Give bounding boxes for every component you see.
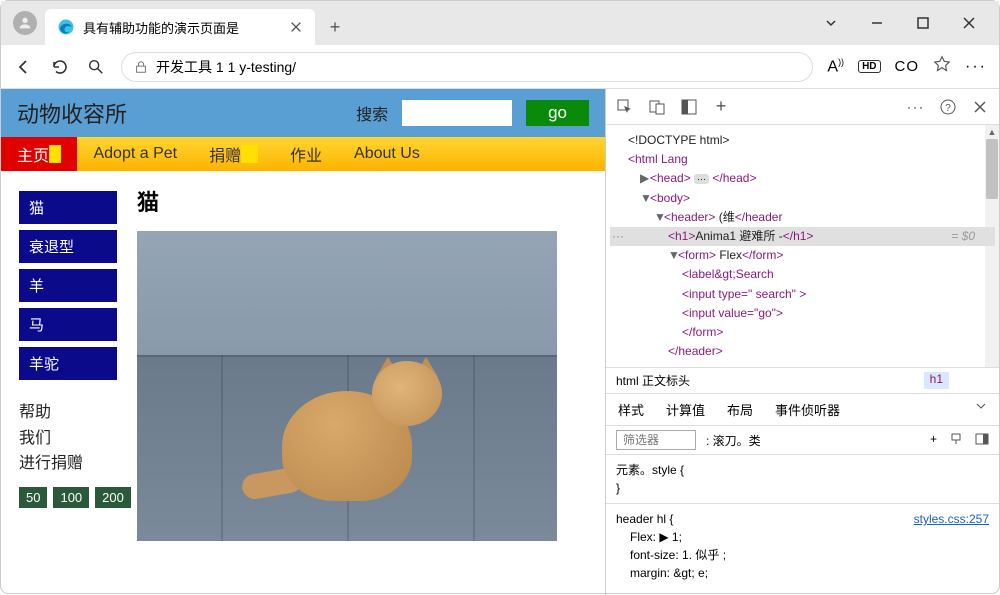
url-text: 开发工具 1 1 y-testing/ <box>156 57 800 77</box>
add-rule-icon[interactable]: + <box>930 432 937 449</box>
devtools-panel: + ··· ? ▲ <!DOCTYPE html> <html Lang ▶<h… <box>605 89 999 595</box>
address-field[interactable]: 开发工具 1 1 y-testing/ <box>121 52 813 82</box>
help-icon[interactable]: ? <box>939 98 957 116</box>
pin-icon[interactable] <box>949 432 963 449</box>
back-button[interactable] <box>13 56 35 78</box>
go-button[interactable]: go <box>526 100 589 126</box>
tab-listeners[interactable]: 事件侦听器 <box>775 400 840 419</box>
nav-home[interactable]: 主页 <box>1 137 77 171</box>
nav-adopt[interactable]: Adopt a Pet <box>77 137 193 171</box>
donate-50[interactable]: 50 <box>19 487 47 508</box>
main-column: 猫 <box>137 191 557 541</box>
page-nav: 主页 Adopt a Pet 捐赠 作业 About Us <box>1 137 605 171</box>
close-window-icon[interactable] <box>955 16 983 33</box>
search-label: 搜索 <box>356 101 388 125</box>
tab-computed[interactable]: 计算值 <box>666 400 705 419</box>
more-icon[interactable]: ··· <box>965 58 987 76</box>
page-header: 动物收容所 搜索 go <box>1 89 605 137</box>
hov-label[interactable]: : 滚刀。类 <box>706 432 761 449</box>
sidebar: 猫 衰退型 羊 马 羊驼 帮助 我们 进行捐赠 50 100 200 <box>19 191 117 541</box>
scrollbar[interactable]: ▲ <box>985 125 999 367</box>
content-heading: 猫 <box>137 185 557 217</box>
sidebar-item-cat[interactable]: 猫 <box>19 191 117 224</box>
elements-tab-icon[interactable] <box>680 98 698 116</box>
hd-icon[interactable]: HD <box>858 60 880 73</box>
favorite-icon[interactable] <box>933 55 951 78</box>
tab-layout[interactable]: 布局 <box>727 400 753 419</box>
edge-icon <box>57 18 75 36</box>
page-title: 动物收容所 <box>17 97 127 129</box>
stylesheet-link[interactable]: styles.css:257 <box>914 510 989 528</box>
styles-pane[interactable]: 元素。style { } styles.css:257header hl { F… <box>606 455 999 588</box>
sidebar-links: 帮助 我们 进行捐赠 <box>19 400 117 477</box>
close-icon[interactable] <box>289 20 303 34</box>
crumb-selected[interactable]: h1 <box>924 372 949 389</box>
read-aloud-icon[interactable]: A)) <box>827 57 844 76</box>
styles-tabs: 样式 计算值 布局 事件侦听器 <box>606 394 999 426</box>
tab-styles[interactable]: 样式 <box>618 400 644 419</box>
sidebar-item-horse[interactable]: 马 <box>19 308 117 341</box>
selected-node[interactable]: ···<h1>Anima1 避难所 -</h1>= $0 <box>610 227 995 246</box>
device-icon[interactable] <box>648 98 666 116</box>
nav-donate[interactable]: 捐赠 <box>193 137 274 171</box>
more-icon[interactable]: ··· <box>907 98 925 116</box>
devtools-toolbar: + ··· ? <box>606 89 999 125</box>
panel-icon[interactable] <box>975 432 989 449</box>
breadcrumb[interactable]: html 正文标头 h1 <box>606 367 999 394</box>
maximize-icon[interactable] <box>909 16 937 33</box>
window-titlebar: 具有辅助功能的演示页面是 + <box>1 1 999 45</box>
link-help[interactable]: 帮助 <box>19 400 117 426</box>
add-tab-icon[interactable]: + <box>712 98 730 116</box>
profile-badge[interactable]: CO <box>895 58 920 75</box>
lock-icon <box>134 60 148 74</box>
sidebar-item-sheep[interactable]: 羊 <box>19 269 117 302</box>
chevron-down-icon[interactable] <box>975 400 987 419</box>
link-us[interactable]: 我们 <box>19 426 117 452</box>
sidebar-item-alpaca[interactable]: 羊驼 <box>19 347 117 380</box>
donate-100[interactable]: 100 <box>53 487 89 508</box>
url-bar: 开发工具 1 1 y-testing/ A)) HD CO ··· <box>1 45 999 89</box>
nav-about[interactable]: About Us <box>338 137 436 171</box>
browser-tab[interactable]: 具有辅助功能的演示页面是 <box>45 9 315 45</box>
minimize-icon[interactable] <box>863 16 891 33</box>
tab-title: 具有辅助功能的演示页面是 <box>83 18 281 37</box>
link-donate[interactable]: 进行捐赠 <box>19 451 117 477</box>
nav-jobs[interactable]: 作业 <box>274 137 338 171</box>
rendered-page: 动物收容所 搜索 go 主页 Adopt a Pet 捐赠 作业 About U… <box>1 89 605 595</box>
cat-image <box>137 231 557 541</box>
filter-bar: : 滚刀。类 + <box>606 426 999 455</box>
close-devtools-icon[interactable] <box>971 98 989 116</box>
donate-200[interactable]: 200 <box>95 487 131 508</box>
dom-tree[interactable]: ▲ <!DOCTYPE html> <html Lang ▶<head> ···… <box>606 125 999 367</box>
filter-input[interactable] <box>616 430 696 450</box>
profile-avatar[interactable] <box>13 11 37 35</box>
search-icon[interactable] <box>85 56 107 78</box>
svg-text:?: ? <box>945 103 951 114</box>
window-controls <box>817 16 999 45</box>
inspect-icon[interactable] <box>616 98 634 116</box>
sidebar-item-decline[interactable]: 衰退型 <box>19 230 117 263</box>
new-tab-button[interactable]: + <box>319 11 351 43</box>
refresh-button[interactable] <box>49 56 71 78</box>
chevron-down-icon[interactable] <box>817 16 845 33</box>
search-input[interactable] <box>402 100 512 126</box>
